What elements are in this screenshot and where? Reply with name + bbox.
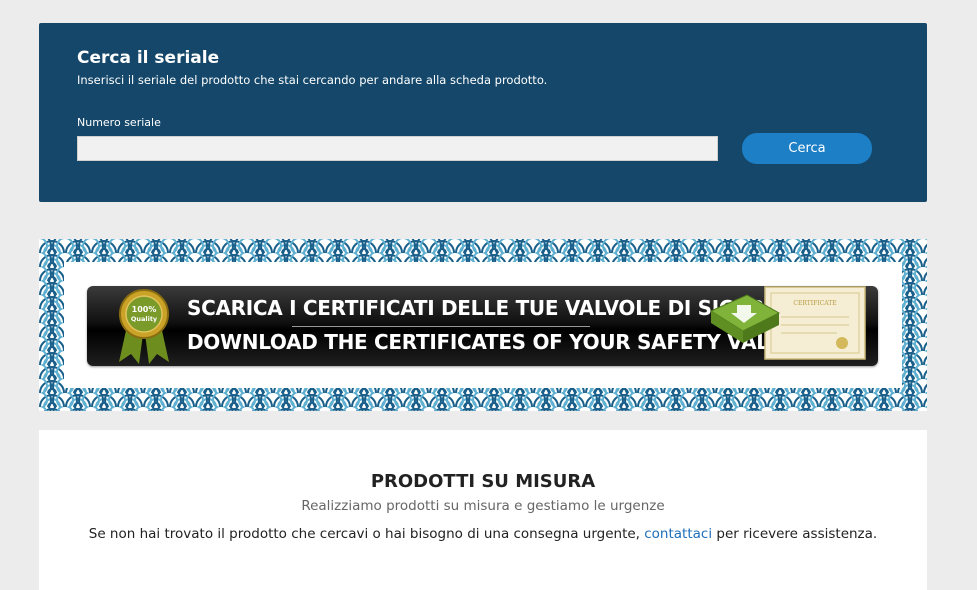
certificate-download-icon: CERTIFICATE bbox=[709, 286, 866, 360]
info-subtitle: Realizziamo prodotti su misura e gestiam… bbox=[301, 498, 665, 514]
certificates-download-bar[interactable]: 100% Quality SCARICA I CERTIFICATI DELLE… bbox=[87, 286, 878, 366]
serial-field-label: Numero seriale bbox=[77, 116, 161, 129]
quality-medal-icon: 100% Quality bbox=[119, 289, 169, 364]
banner-line-english: DOWNLOAD THE CERTIFICATES OF YOUR SAFETY… bbox=[187, 330, 809, 354]
search-title: Cerca il seriale bbox=[77, 48, 220, 68]
contact-link[interactable]: contattaci bbox=[644, 526, 712, 542]
info-body: Se non hai trovato il prodotto che cerca… bbox=[39, 526, 927, 542]
medal-text-quality: Quality bbox=[131, 315, 158, 323]
info-title: PRODOTTI SU MISURA bbox=[370, 471, 596, 492]
serial-search-panel: Cerca il seriale Inserisci il seriale de… bbox=[39, 23, 927, 202]
banner-inner-frame: 100% Quality SCARICA I CERTIFICATI DELLE… bbox=[64, 262, 902, 388]
certificates-banner[interactable]: 100% Quality SCARICA I CERTIFICATI DELLE… bbox=[39, 239, 927, 411]
info-body-text-before: Se non hai trovato il prodotto che cerca… bbox=[88, 526, 645, 542]
custom-products-card: PRODOTTI SU MISURA Realizziamo prodotti … bbox=[39, 430, 927, 590]
serial-input[interactable] bbox=[77, 136, 718, 161]
search-description: Inserisci il seriale del prodotto che st… bbox=[77, 73, 548, 87]
banner-line-italian: SCARICA I CERTIFICATI DELLE TUE VALVOLE … bbox=[187, 296, 822, 320]
certificate-text: CERTIFICATE bbox=[793, 300, 836, 307]
info-body-text-after: per ricevere assistenza. bbox=[712, 526, 878, 542]
banner-divider bbox=[292, 326, 590, 327]
medal-text-percent: 100% bbox=[132, 305, 157, 314]
search-button[interactable]: Cerca bbox=[742, 133, 872, 164]
